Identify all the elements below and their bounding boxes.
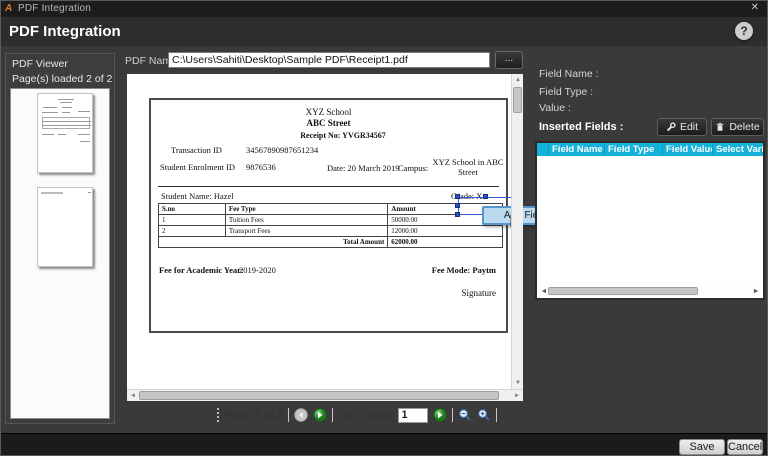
sidebar-title: PDF Viewer xyxy=(12,58,68,70)
col-field-name: Field Name xyxy=(549,143,605,156)
cancel-button[interactable]: Cancel xyxy=(727,439,763,455)
scroll-right-icon[interactable]: ► xyxy=(750,286,762,298)
vscroll-thumb[interactable] xyxy=(513,87,522,113)
page-thumbnail-2[interactable] xyxy=(37,187,93,267)
goto-page-label: Go to page xyxy=(338,409,393,421)
scroll-up-icon[interactable]: ▲ xyxy=(512,74,524,86)
doc-enrolment-value: 9876536 xyxy=(246,162,276,172)
fee-row: 2 Transport Fees 12000.00 xyxy=(158,225,503,237)
goto-page-button[interactable] xyxy=(432,408,447,422)
thumbnail-list xyxy=(10,88,110,419)
hscroll-thumb[interactable] xyxy=(139,391,499,400)
col-field-type: Field Type xyxy=(605,143,663,156)
selection-handle[interactable] xyxy=(455,194,460,199)
inserted-fields-header: Field Name Field Type Field Value Select… xyxy=(537,143,763,156)
pdf-integration-window: A PDF Integration ✕ PDF Integration ? PD… xyxy=(0,0,768,456)
fee-total-row: Total Amount 62000.00 xyxy=(157,236,503,248)
next-page-button[interactable] xyxy=(313,408,327,422)
page-count-label: Page 1 of 2 xyxy=(225,409,284,421)
save-button[interactable]: Save xyxy=(679,439,725,455)
delete-button[interactable]: Delete xyxy=(711,118,764,136)
field-type-label: Field Type : xyxy=(539,86,594,98)
inserted-fields-table: Field Name Field Type Field Value Select… xyxy=(535,141,765,300)
fee-total-value: 62000.00 xyxy=(387,236,503,248)
browse-button[interactable]: ... xyxy=(495,51,523,69)
help-icon[interactable]: ? xyxy=(735,22,753,40)
inserted-fields-label: Inserted Fields : xyxy=(539,121,624,133)
previous-page-button[interactable] xyxy=(294,408,308,422)
doc-transaction-id-label: Transaction ID xyxy=(171,145,222,155)
doc-transaction-id-value: 34567890987651234 xyxy=(246,145,319,155)
doc-fee-mode: Fee Mode: Paytm xyxy=(431,265,496,275)
value-label: Value : xyxy=(539,102,571,114)
zoom-out-icon[interactable] xyxy=(458,408,472,422)
doc-street: ABC Street xyxy=(306,118,351,128)
selection-handle[interactable] xyxy=(483,194,488,199)
selection-handle[interactable] xyxy=(455,203,460,208)
pdf-name-input[interactable] xyxy=(168,52,490,68)
doc-campus-value: XYZ School in ABC Street xyxy=(432,157,504,177)
fields-table-scrollbar[interactable]: ◄ ► xyxy=(538,286,762,297)
app-logo-icon: A xyxy=(5,3,13,14)
doc-fee-table: S.no Fee Type Amount 1 Tuition Fees 5000… xyxy=(157,203,503,248)
fee-total-label: Total Amount xyxy=(157,236,389,248)
header: PDF Integration xyxy=(1,17,767,46)
trash-icon xyxy=(717,122,724,131)
doc-school-name: XYZ School xyxy=(305,107,352,117)
pager-toolbar: Page 1 of 2 Go to page xyxy=(217,405,497,425)
doc-student-name: Student Name: Hazel xyxy=(161,191,234,201)
titlebar: A PDF Integration ✕ xyxy=(1,1,767,17)
col-field-value: Field Value xyxy=(663,143,713,156)
close-icon[interactable]: ✕ xyxy=(751,2,759,13)
doc-academic-year-label: Fee for Academic Year: xyxy=(159,265,244,275)
fee-col-type: Fee Type xyxy=(224,203,389,215)
page-title: PDF Integration xyxy=(9,23,121,40)
vertical-scrollbar[interactable]: ▲ ▼ xyxy=(511,74,523,389)
window-title: PDF Integration xyxy=(18,3,92,14)
scroll-left-icon[interactable]: ◄ xyxy=(127,390,139,402)
scroll-down-icon[interactable]: ▼ xyxy=(512,377,524,389)
pdf-viewer-sidebar: PDF Viewer Page(s) loaded 2 of 2 xyxy=(5,53,115,424)
footer-bar: Save Cancel xyxy=(1,433,767,455)
pdf-viewer-canvas: XYZ School ABC Street Receipt No: YVGR34… xyxy=(127,74,568,401)
doc-divider xyxy=(158,186,499,187)
doc-signature: Signature xyxy=(461,288,497,298)
selection-handle[interactable] xyxy=(455,212,460,217)
wrench-icon xyxy=(666,122,676,132)
edit-button[interactable]: Edit xyxy=(657,118,707,136)
field-name-label: Field Name : xyxy=(539,68,599,80)
goto-page-input[interactable] xyxy=(397,407,428,423)
col-select xyxy=(537,143,549,156)
page-thumbnail-1[interactable] xyxy=(37,93,93,173)
doc-campus-label: Campus: xyxy=(398,163,429,173)
fee-row: 1 Tuition Fees 50000.00 xyxy=(158,214,503,226)
zoom-in-icon[interactable] xyxy=(477,408,491,422)
pages-loaded-label: Page(s) loaded 2 of 2 xyxy=(12,73,113,85)
toolbar-grip xyxy=(217,408,220,422)
doc-receipt-no[interactable]: Receipt No: YVGR34567 xyxy=(281,131,405,140)
col-select-variable: Select Varia xyxy=(716,144,765,155)
horizontal-scrollbar[interactable]: ◄ ► xyxy=(127,389,523,401)
doc-enrolment-label: Student Enrolment ID xyxy=(160,162,236,172)
fee-col-sno: S.no xyxy=(158,203,226,215)
doc-date: Date: 20 March 2019 xyxy=(327,163,400,173)
fields-scroll-thumb[interactable] xyxy=(548,287,698,295)
doc-academic-year-value: 2019-2020 xyxy=(239,265,276,275)
scroll-right-icon[interactable]: ► xyxy=(511,390,523,402)
